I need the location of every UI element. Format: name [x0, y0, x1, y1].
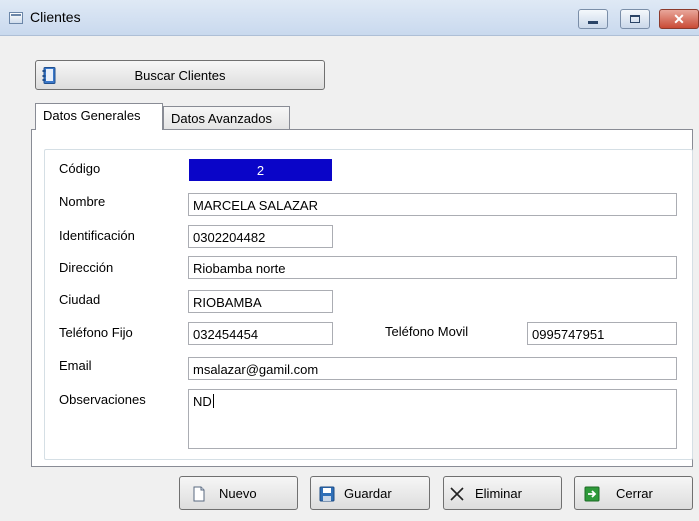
telefono-fijo-label: Teléfono Fijo	[59, 325, 133, 340]
identificacion-label: Identificación	[59, 228, 135, 243]
search-clients-label: Buscar Clientes	[134, 68, 226, 83]
minimize-icon	[588, 20, 598, 24]
tab-datos-avanzados[interactable]: Datos Avanzados	[163, 106, 290, 130]
x-delete-icon	[450, 487, 464, 501]
minimize-button[interactable]	[578, 9, 608, 29]
codigo-label: Código	[59, 161, 101, 176]
close-icon: ✕	[673, 11, 685, 27]
close-window-button[interactable]: ✕	[659, 9, 699, 29]
ciudad-field[interactable]: RIOBAMBA	[188, 290, 333, 313]
ciudad-label: Ciudad	[59, 292, 101, 307]
eliminar-label: Eliminar	[475, 486, 522, 501]
search-clients-button[interactable]: Buscar Clientes	[35, 60, 325, 90]
direccion-field[interactable]: Riobamba norte	[188, 256, 677, 279]
maximize-button[interactable]	[620, 9, 650, 29]
telefono-movil-field[interactable]: 0995747951	[527, 322, 677, 345]
tab-datos-generales[interactable]: Datos Generales	[35, 103, 163, 130]
identificacion-field[interactable]: 0302204482	[188, 225, 333, 248]
window-app-icon	[9, 12, 23, 24]
window-title: Clientes	[30, 9, 81, 25]
telefono-fijo-field[interactable]: 032454454	[188, 322, 333, 345]
cerrar-button[interactable]: Cerrar	[574, 476, 693, 510]
observaciones-textarea[interactable]: ND	[188, 389, 677, 449]
guardar-label: Guardar	[344, 486, 392, 501]
direccion-label: Dirección	[59, 260, 114, 275]
maximize-icon	[630, 15, 640, 23]
new-document-icon	[193, 486, 205, 502]
observaciones-text: ND	[193, 394, 212, 409]
nombre-label: Nombre	[59, 194, 106, 209]
nuevo-label: Nuevo	[219, 486, 257, 501]
text-caret	[212, 394, 214, 408]
eliminar-button[interactable]: Eliminar	[443, 476, 562, 510]
save-disk-icon	[319, 486, 335, 502]
guardar-button[interactable]: Guardar	[310, 476, 430, 510]
title-bar: Clientes ✕	[0, 0, 699, 36]
nombre-field[interactable]: MARCELA SALAZAR	[188, 193, 677, 216]
email-field[interactable]: msalazar@gamil.com	[188, 357, 677, 380]
nuevo-button[interactable]: Nuevo	[179, 476, 298, 510]
observaciones-label: Observaciones	[59, 392, 146, 407]
email-label: Email	[59, 358, 92, 373]
telefono-movil-label: Teléfono Movil	[385, 324, 469, 339]
codigo-field: 2	[189, 159, 332, 181]
cerrar-label: Cerrar	[616, 486, 653, 501]
exit-arrow-icon	[584, 486, 600, 502]
